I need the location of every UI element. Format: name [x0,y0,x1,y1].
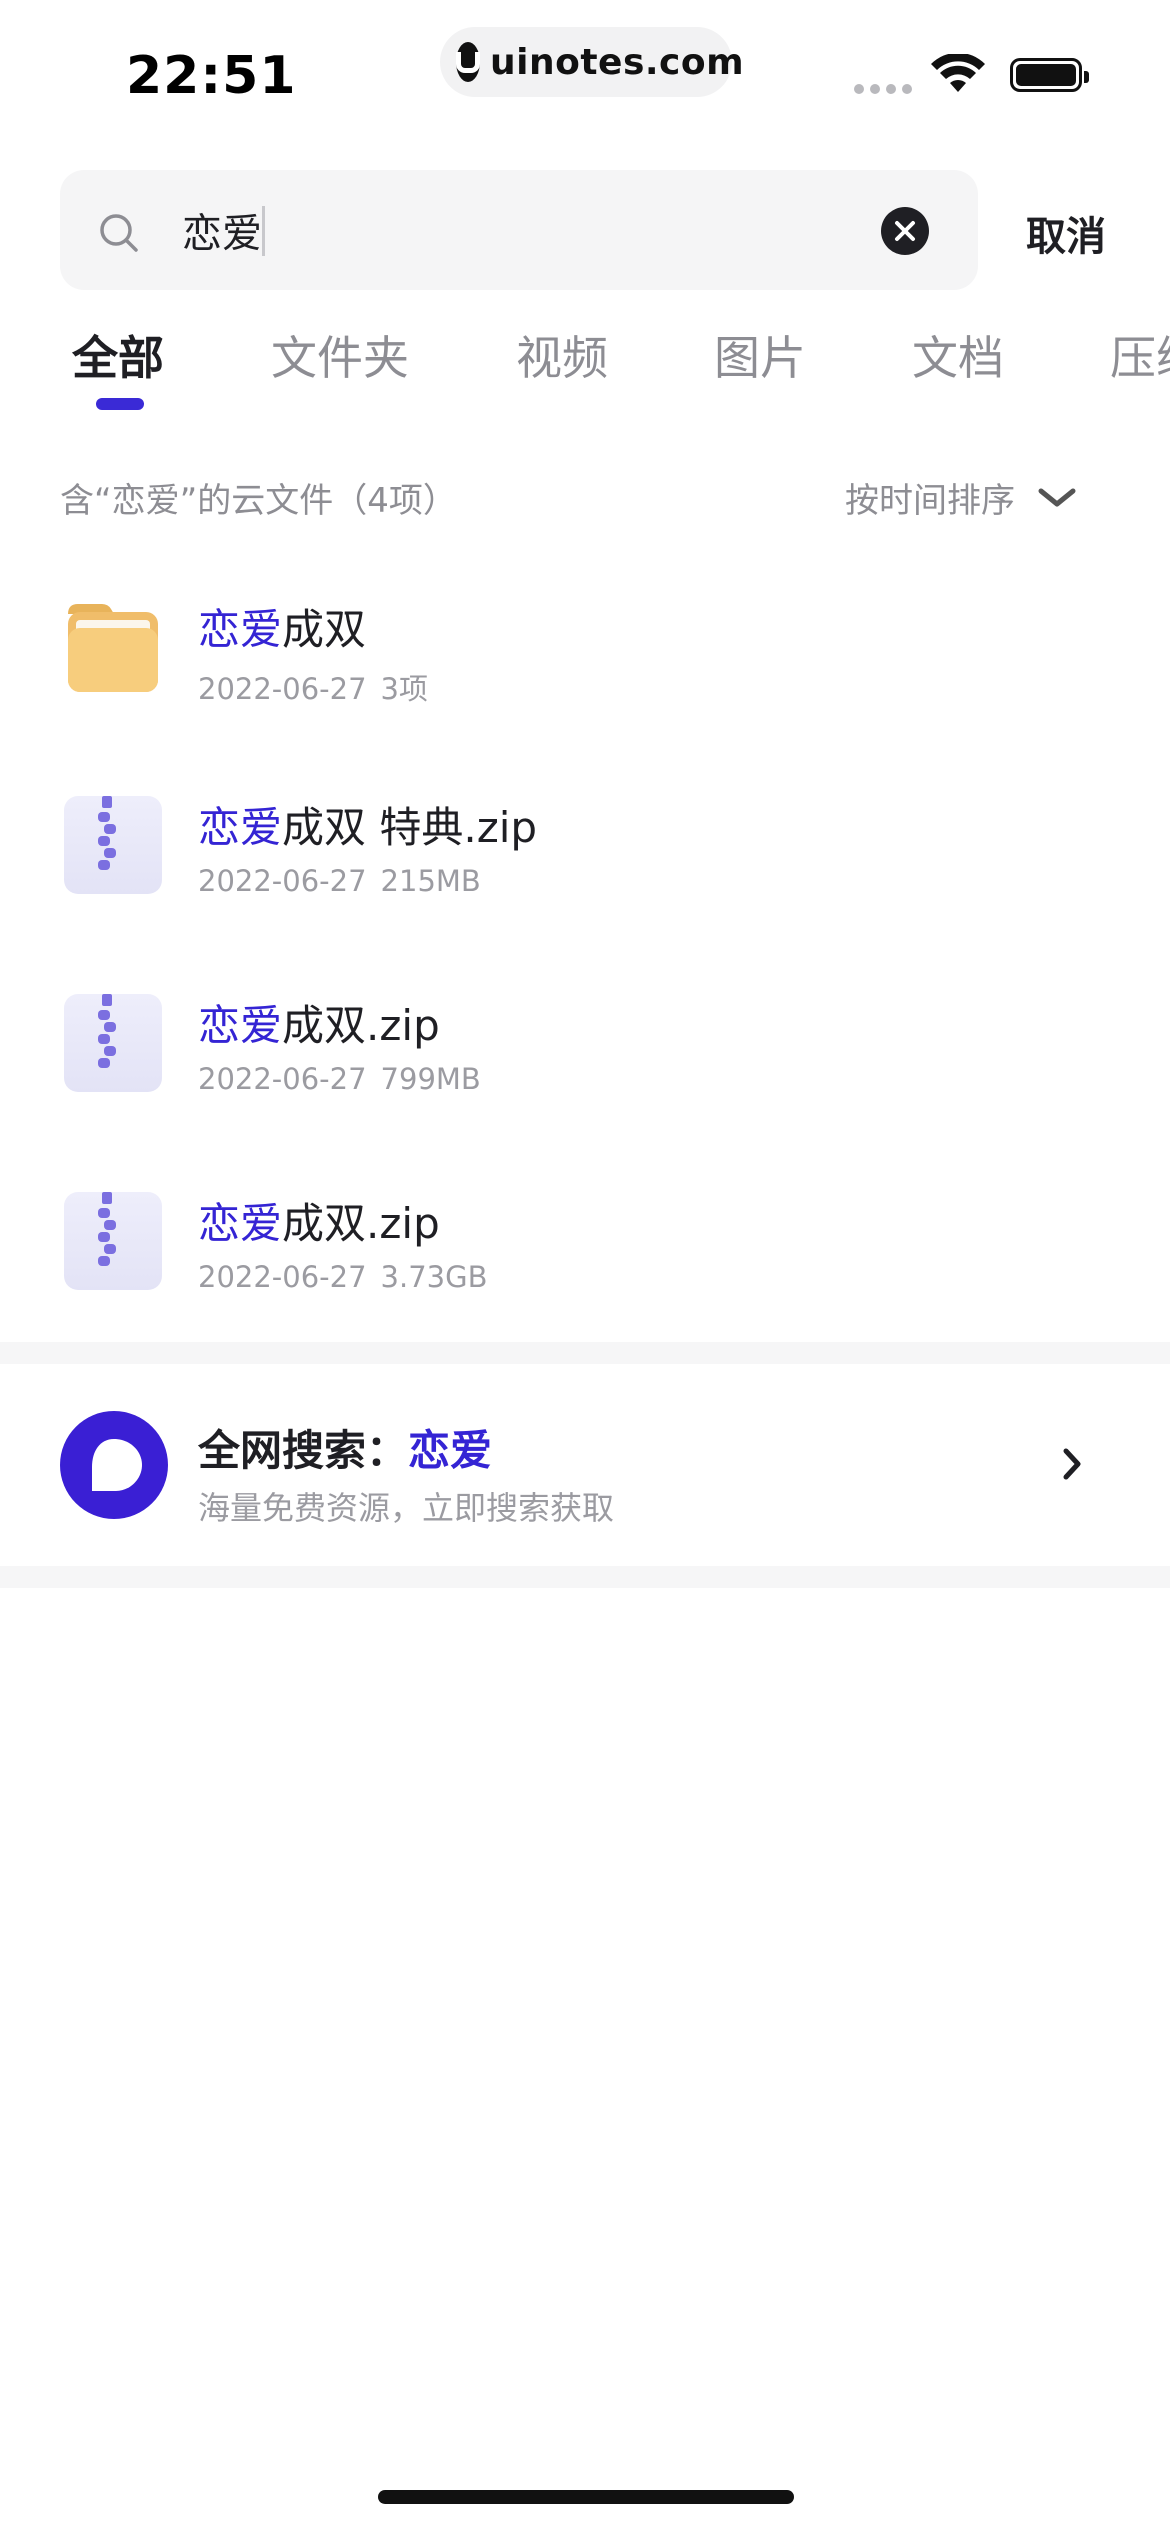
list-item[interactable]: 恋爱成双 特典.zip 2022-06-27 215MB [0,746,1170,944]
list-item[interactable]: 恋爱成双.zip 2022-06-27 3.73GB [0,1142,1170,1340]
file-meta: 2022-06-27 3.73GB [198,1260,488,1294]
web-search-subtitle: 海量免费资源，立即搜索获取 [198,1489,615,1527]
zip-file-icon [64,994,162,1092]
status-time: 22:51 [126,46,297,106]
file-name: 恋爱成双.zip [198,1001,440,1050]
uinotes-logo-icon [456,42,480,82]
web-search-row[interactable]: 全网搜索：恋爱 海量免费资源，立即搜索获取 [0,1365,1170,1565]
web-search-logo-icon [60,1411,168,1519]
tab-documents[interactable]: 文档 [912,322,1004,388]
tab-archives[interactable]: 压缩 [1110,322,1170,388]
tab-folders[interactable]: 文件夹 [271,322,409,388]
text-caret [262,206,265,256]
sort-button[interactable]: 按时间排序 [845,473,1077,522]
wifi-icon [931,54,985,92]
list-item[interactable]: 恋爱成双.zip 2022-06-27 799MB [0,944,1170,1142]
tab-videos[interactable]: 视频 [516,322,608,388]
tab-images[interactable]: 图片 [714,322,806,388]
home-indicator[interactable] [378,2490,794,2504]
search-input[interactable] [182,200,822,260]
result-summary: 含“恋爱”的云文件（4项） [60,481,457,521]
zip-file-icon [64,1192,162,1290]
file-meta: 2022-06-27 3项 [198,672,428,706]
sort-label: 按时间排序 [845,481,1015,521]
folder-icon [68,604,158,692]
file-name: 恋爱成双 [198,605,367,654]
file-meta: 2022-06-27 215MB [198,864,481,898]
section-divider [0,1566,1170,1588]
url-pill[interactable]: uinotes.com [440,27,744,97]
cancel-button[interactable]: 取消 [1026,204,1106,262]
battery-icon [1010,58,1089,92]
clear-search-button[interactable] [881,207,929,255]
tab-all[interactable]: 全部 [72,322,164,388]
cellular-signal-icon [854,84,912,94]
site-label: uinotes.com [490,41,745,83]
file-name: 恋爱成双 特典.zip [198,803,538,852]
list-item[interactable]: 恋爱成双 2022-06-27 3项 [0,548,1170,746]
chevron-right-icon [1063,1448,1081,1480]
section-divider [0,1342,1170,1364]
zip-file-icon [64,796,162,894]
chevron-down-icon [1038,488,1076,506]
close-icon [895,221,915,241]
web-search-title: 全网搜索：恋爱 [198,1426,493,1475]
file-name: 恋爱成双.zip [198,1199,440,1248]
file-meta: 2022-06-27 799MB [198,1062,481,1096]
active-tab-indicator [96,398,144,410]
search-icon [100,214,138,252]
